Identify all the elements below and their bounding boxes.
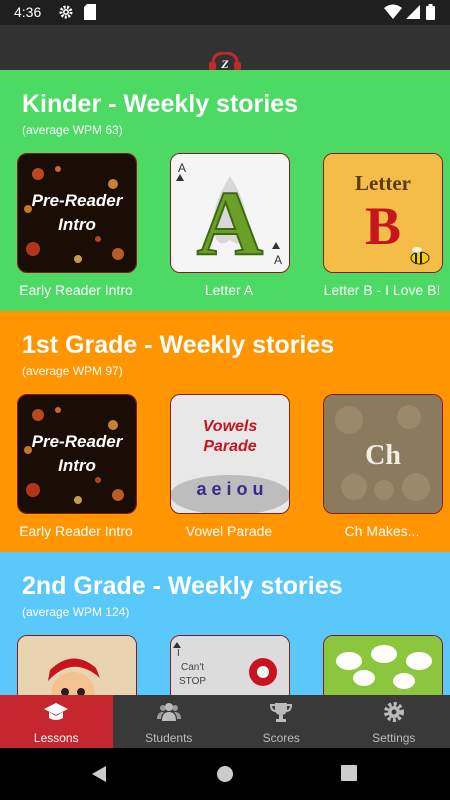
cant-stop-artwork: I Can't STOP (171, 636, 289, 695)
lessons-list[interactable]: Kinder - Weekly stories (average WPM 63)… (0, 70, 450, 695)
section-kinder: Kinder - Weekly stories (average WPM 63)… (0, 70, 450, 311)
lesson-label[interactable]: Letter B - I Love B! (307, 282, 450, 298)
headphones-logo: Z (209, 52, 241, 70)
tab-students[interactable]: Students (113, 695, 226, 748)
svg-text:Z: Z (220, 57, 229, 70)
art-text: Can't (181, 662, 204, 673)
tab-label: Scores (262, 731, 300, 745)
tab-lessons[interactable]: Lessons (0, 695, 113, 748)
section-subtitle: (average WPM 63) (22, 123, 123, 137)
app-bar: Z (0, 25, 450, 70)
tab-label: Settings (372, 731, 416, 745)
gear-icon (59, 5, 73, 19)
section-title: 1st Grade - Weekly stories (22, 331, 335, 359)
section-1st-grade: 1st Grade - Weekly stories (average WPM … (0, 311, 450, 552)
art-text: I (177, 648, 180, 659)
art-text: A (178, 161, 186, 175)
vowel-parade-artwork: Vowels Parade a e i o u (171, 395, 289, 513)
lesson-label[interactable]: Vowel Parade (154, 523, 304, 539)
art-text: A (197, 172, 263, 272)
cartoon-boy-artwork (18, 636, 136, 695)
ch-makes-artwork: Ch (324, 395, 442, 513)
bottom-tab-bar: Lessons Students Scores Settings (0, 695, 450, 748)
tab-label: Lessons (33, 731, 79, 745)
speech-bubbles-artwork (324, 636, 442, 695)
letter-b-artwork: Letter B (324, 154, 442, 272)
lesson-label[interactable]: Early Reader Intro (1, 523, 151, 539)
pre-reader-artwork: Pre-Reader Intro (18, 395, 136, 513)
lesson-card-2nd-grade-2[interactable]: I Can't STOP (170, 635, 290, 695)
lesson-card-early-reader-intro[interactable]: Pre-Reader Intro (17, 394, 137, 514)
lesson-label[interactable]: Letter A (154, 282, 304, 298)
lesson-card-vowel-parade[interactable]: Vowels Parade a e i o u (170, 394, 290, 514)
tab-settings[interactable]: Settings (338, 695, 450, 748)
section-subtitle: (average WPM 124) (22, 605, 130, 619)
back-icon[interactable] (90, 765, 108, 783)
status-bar: 4:36 (0, 0, 450, 25)
section-subtitle: (average WPM 97) (22, 364, 123, 378)
wifi-icon (384, 4, 402, 19)
section-title: 2nd Grade - Weekly stories (22, 572, 343, 600)
trophy-icon (269, 703, 293, 722)
gear-icon (383, 702, 404, 722)
art-text: Ch (365, 440, 401, 471)
recents-icon[interactable] (341, 765, 357, 781)
system-nav-bar (0, 748, 450, 800)
art-text: B (365, 196, 401, 256)
art-text: Parade (203, 438, 256, 455)
lesson-card-letter-a[interactable]: A A A (170, 153, 290, 273)
lesson-card-2nd-grade-1[interactable] (17, 635, 137, 695)
home-icon[interactable] (216, 765, 234, 783)
battery-icon (426, 4, 435, 20)
art-text: a e i o u (196, 479, 263, 499)
signal-icon (406, 5, 420, 19)
graduation-cap-icon (44, 703, 68, 720)
section-2nd-grade: 2nd Grade - Weekly stories (average WPM … (0, 552, 450, 695)
art-text: Intro (58, 456, 96, 475)
tab-label: Students (145, 731, 193, 745)
pre-reader-artwork: Pre-Reader Intro (18, 154, 136, 272)
lesson-card-2nd-grade-3[interactable] (323, 635, 443, 695)
section-title: Kinder - Weekly stories (22, 90, 299, 118)
sd-card-icon (84, 4, 96, 20)
art-text: Intro (58, 215, 96, 234)
art-text: Pre-Reader (32, 432, 124, 451)
art-text: Pre-Reader (32, 191, 124, 210)
art-text: Vowels (203, 418, 258, 435)
art-text: STOP (179, 676, 206, 687)
users-icon (156, 703, 181, 721)
art-text: Letter (355, 171, 411, 195)
letter-a-artwork: A A A (171, 154, 289, 272)
lesson-label[interactable]: Early Reader Intro (1, 282, 151, 298)
lesson-label[interactable]: Ch Makes... (307, 523, 450, 539)
lesson-card-letter-b[interactable]: Letter B (323, 153, 443, 273)
tab-scores[interactable]: Scores (225, 695, 338, 748)
art-text: A (274, 253, 282, 267)
lesson-card-ch-makes[interactable]: Ch (323, 394, 443, 514)
lesson-card-early-reader-intro[interactable]: Pre-Reader Intro (17, 153, 137, 273)
status-time: 4:36 (14, 4, 42, 20)
